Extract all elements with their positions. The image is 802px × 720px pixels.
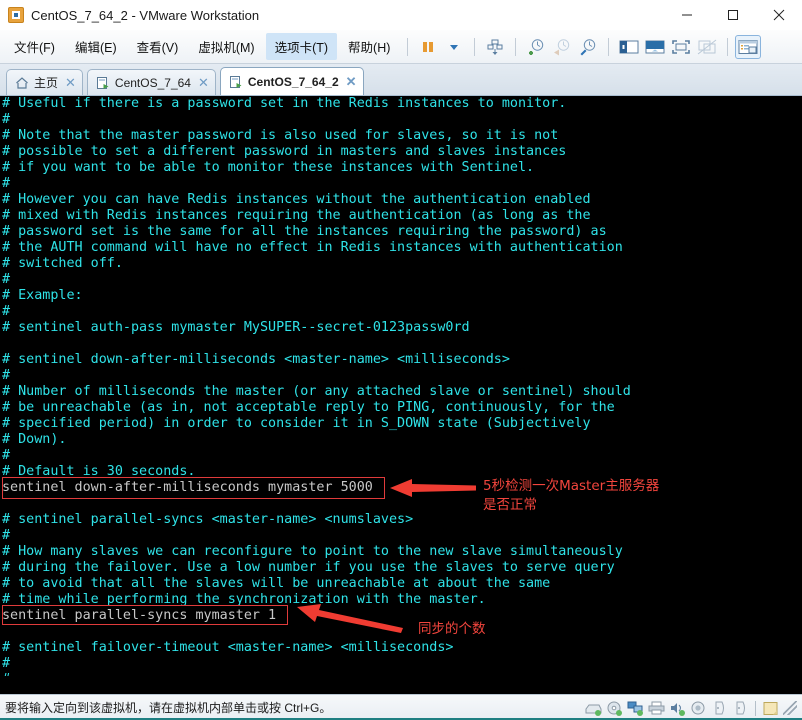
annotation-down-after-milliseconds: 5秒检测一次Master主服务器 是否正常: [483, 478, 660, 513]
close-button[interactable]: [756, 0, 802, 30]
webcam-icon[interactable]: [688, 695, 709, 720]
window-title: CentOS_7_64_2 - VMware Workstation: [31, 7, 260, 23]
terminal-line: # switched off.: [2, 256, 123, 271]
tray-separator: [755, 700, 756, 716]
terminal-line: # possible to set a different password i…: [2, 144, 567, 159]
tab-centos-7-64-2[interactable]: CentOS_7_64_2 ✕: [219, 67, 364, 95]
tab-centos-7-64-label: CentOS_7_64: [114, 75, 191, 90]
terminal-line: # Down).: [2, 432, 67, 447]
tab-bar: 主页 ✕ CentOS_7_64 ✕ CentOS_7_64_2 ✕: [0, 64, 802, 96]
vm-icon: [229, 75, 243, 89]
terminal-line: #: [2, 528, 11, 543]
snapshot-manager-icon[interactable]: [575, 35, 601, 59]
snapshot-take-icon[interactable]: [523, 35, 549, 59]
annotation-arrow-2: [297, 604, 403, 633]
terminal-line: #: [2, 304, 11, 319]
toolbar-separator: [407, 37, 409, 56]
tab-home-close-icon[interactable]: ✕: [65, 76, 76, 89]
menu-help[interactable]: 帮助(H): [339, 33, 399, 60]
pause-icon[interactable]: [415, 35, 441, 59]
terminal-line: #: [2, 448, 11, 463]
sound-icon[interactable]: [667, 695, 688, 720]
window-controls: [664, 0, 802, 30]
maximize-button[interactable]: [710, 0, 756, 30]
terminal-line: # sentinel failover-timeout <master-name…: [2, 640, 454, 655]
terminal-line: #: [2, 112, 11, 127]
menu-tabs[interactable]: 选项卡(T): [265, 33, 338, 60]
vm-icon: [96, 76, 110, 90]
title-bar: CentOS_7_64_2 - VMware Workstation: [0, 0, 802, 30]
menu-edit[interactable]: 编辑(E): [66, 33, 126, 60]
terminal-line: # How many slaves we can reconfigure to …: [2, 544, 623, 559]
toolbar-separator: [727, 37, 729, 56]
status-hint: 要将输入定向到该虚拟机，请在虚拟机内部单击或按 Ctrl+G。: [5, 701, 332, 715]
menu-bar: 文件(F) 编辑(E) 查看(V) 虚拟机(M) 选项卡(T) 帮助(H): [0, 30, 802, 64]
menu-vm[interactable]: 虚拟机(M): [189, 33, 263, 60]
terminal-line: # Useful if there is a password set in t…: [2, 96, 567, 111]
printer-icon[interactable]: [646, 695, 667, 720]
snapshot-revert-icon[interactable]: [549, 35, 575, 59]
usb2-icon[interactable]: [730, 695, 751, 720]
annotation-parallel-syncs: 同步的个数: [418, 621, 486, 637]
terminal-line: # sentinel down-after-milliseconds <mast…: [2, 352, 510, 367]
minimize-button[interactable]: [664, 0, 710, 30]
status-bar: 要将输入定向到该虚拟机，请在虚拟机内部单击或按 Ctrl+G。: [0, 694, 802, 720]
device-tray: [583, 695, 798, 720]
vm-console[interactable]: # Useful if there is a password set in t…: [0, 96, 802, 694]
terminal-line: # the AUTH command will have no effect i…: [2, 240, 623, 255]
annotation-arrow-1: [390, 479, 476, 497]
tab-home-label: 主页: [34, 76, 59, 90]
terminal-line: # if you want to be able to monitor thes…: [2, 160, 535, 175]
toolbar-separator: [474, 37, 476, 56]
terminal-line: # during the failover. Use a low number …: [2, 560, 615, 575]
cdrom-icon[interactable]: [604, 695, 625, 720]
terminal-line: # be unreachable (as in, not acceptable …: [2, 400, 615, 415]
show-sidebar-icon[interactable]: [616, 35, 642, 59]
tab-centos-7-64-2-label: CentOS_7_64_2: [247, 74, 339, 89]
tab-centos-7-64-2-close-icon[interactable]: ✕: [346, 75, 357, 88]
notes-icon[interactable]: [760, 695, 781, 720]
tab-centos-7-64-close-icon[interactable]: ✕: [198, 76, 209, 89]
show-library-icon[interactable]: [735, 34, 762, 59]
terminal-line: #: [2, 272, 11, 287]
unity-mode-icon[interactable]: [694, 35, 720, 59]
harddisk-icon[interactable]: [583, 695, 604, 720]
toolbar-separator: [608, 37, 610, 56]
terminal-line: #: [2, 656, 11, 671]
fullscreen-icon[interactable]: [668, 35, 694, 59]
vim-status-line: -- INSERT -- 107,1 45%: [0, 676, 802, 694]
show-console-icon[interactable]: [642, 35, 668, 59]
tab-centos-7-64[interactable]: CentOS_7_64 ✕: [86, 69, 216, 95]
send-ctrl-alt-del-icon[interactable]: [482, 35, 508, 59]
terminal-line: # However you can have Redis instances w…: [2, 192, 591, 207]
tab-home[interactable]: 主页 ✕: [6, 69, 83, 95]
terminal-line: # Note that the master password is also …: [2, 128, 559, 143]
toolbar-separator: [515, 37, 517, 56]
terminal-line: # mixed with Redis instances requiring t…: [2, 208, 591, 223]
dropdown-arrow-icon[interactable]: [441, 35, 467, 59]
terminal-line: #: [2, 368, 11, 383]
menu-view[interactable]: 查看(V): [128, 33, 188, 60]
vmware-logo-icon: [8, 7, 24, 23]
usb-icon[interactable]: [709, 695, 730, 720]
terminal-line: # password set is the same for all the i…: [2, 224, 607, 239]
menu-file[interactable]: 文件(F): [5, 33, 64, 60]
home-icon: [15, 76, 29, 90]
terminal-line: # Number of milliseconds the master (or …: [2, 384, 631, 399]
terminal-line: # specified period) in order to consider…: [2, 416, 591, 431]
resize-grip[interactable]: [783, 701, 797, 715]
terminal-line: #: [2, 176, 11, 191]
terminal-line: # sentinel auth-pass mymaster MySUPER--s…: [2, 320, 470, 335]
terminal-line: # Example:: [2, 288, 83, 303]
terminal-line: # to avoid that all the slaves will be u…: [2, 576, 551, 591]
network-icon[interactable]: [625, 695, 646, 720]
terminal-text: # Useful if there is a password set in t…: [0, 96, 631, 688]
